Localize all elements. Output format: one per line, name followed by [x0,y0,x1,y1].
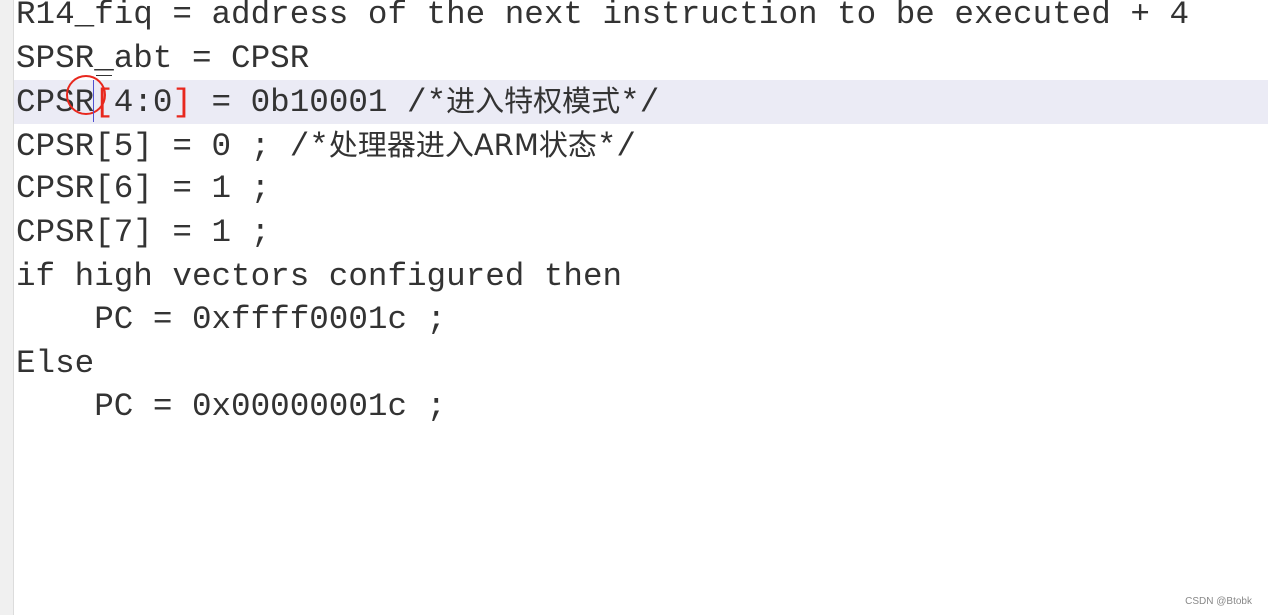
code-line: R14_fiq = address of the next instructio… [16,0,1190,33]
code-editor[interactable]: R14_fiq = address of the next instructio… [14,0,1268,429]
code-line: Else [16,344,95,382]
bracket-close: ] [172,84,192,122]
watermark: CSDN @Btobk [1185,596,1252,607]
code-line: if high vectors configured then [16,257,623,295]
code-line: CPSR[5] = 0 ; /*处理器进入ARM状态*/ [16,124,1268,168]
editor-gutter [0,0,14,615]
cursor-highlight-circle-icon [66,75,106,115]
code-line: CPSR[7] = 1 ; [16,213,271,251]
comment-text: ARM [473,127,539,162]
code-token: 4:0 [113,84,173,122]
code-token: CPSR[5] = 0 ; /* [16,127,329,165]
text-caret [93,80,94,122]
code-line-highlighted: CPSR[4:0] = 0b10001 /*进入特权模式*/ [14,80,1268,124]
code-line: PC = 0xffff0001c ; [16,301,447,339]
code-line: CPSR[6] = 1 ; [16,170,271,208]
code-token: */ [596,127,636,165]
comment-text: 进入特权模式 [446,84,621,119]
comment-text: 状态 [538,127,597,162]
code-line: SPSR_abt = CPSR [16,39,310,77]
comment-text: 处理器进入 [328,127,474,162]
code-token: */ [620,84,660,122]
code-line: PC = 0x00000001c ; [16,388,447,426]
code-token: = 0b10001 /* [191,84,447,122]
ibeam-cursor-icon [96,75,112,76]
